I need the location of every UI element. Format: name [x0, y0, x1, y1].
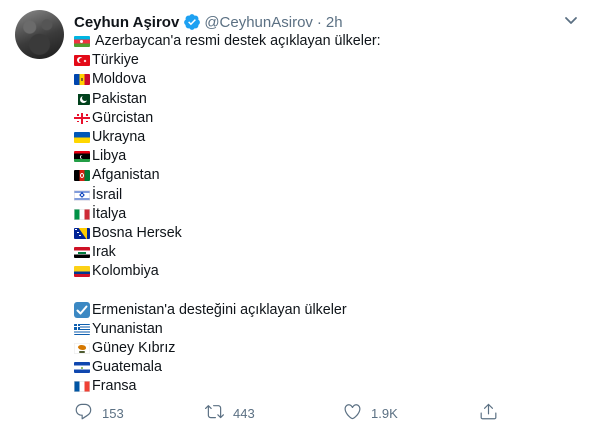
more-options-chevron-icon[interactable]: [561, 14, 581, 28]
pakistan-flag-icon: [74, 93, 90, 105]
armenia-intro-text: Ermenistan'a desteğini açıklayan ülkeler: [92, 301, 347, 318]
country-name: İtalya: [92, 205, 127, 222]
country-line: Gürcistan: [74, 109, 381, 128]
country-name: Bosna Hersek: [92, 224, 182, 241]
retweet-count: 443: [233, 405, 255, 421]
country-name: Pakistan: [92, 90, 147, 107]
azerbaijan-flag-icon: [74, 36, 90, 48]
guatemala-flag-icon: [74, 362, 90, 374]
country-name: Fransa: [92, 378, 137, 395]
avatar[interactable]: [15, 10, 64, 59]
separator-dot: ·: [316, 13, 322, 31]
ukraine-flag-icon: [74, 132, 90, 144]
country-line: Irak: [74, 243, 381, 262]
country-name: Moldova: [92, 71, 147, 88]
author-name[interactable]: Ceyhun Aşirov: [74, 14, 179, 31]
author-handle[interactable]: @CeyhunAsirov: [204, 14, 313, 31]
retweet-button[interactable]: 443: [205, 402, 255, 424]
country-line: İtalya: [74, 205, 381, 224]
country-line: Moldova: [74, 70, 381, 89]
country-line: Türkiye: [74, 51, 381, 70]
checkmark-box-icon: [74, 302, 90, 319]
country-name: İsrail: [92, 186, 123, 203]
country-name: Guatemala: [92, 359, 162, 376]
turkey-flag-icon: [74, 55, 90, 67]
country-line: Kolombiya: [74, 262, 381, 281]
heart-icon: [343, 402, 362, 424]
colombia-flag-icon: [74, 266, 90, 278]
georgia-flag-icon: [74, 112, 90, 124]
country-name: Libya: [92, 148, 127, 165]
country-name: Ukrayna: [92, 128, 146, 145]
country-name: Afganistan: [92, 167, 160, 184]
israel-flag-icon: [74, 189, 90, 201]
country-line: Pakistan: [74, 90, 381, 109]
greece-flag-icon: [74, 323, 90, 335]
france-flag-icon: [74, 381, 90, 393]
country-name: Güney Kıbrız: [92, 340, 176, 356]
country-line: Afganistan: [74, 166, 381, 185]
intro-text: Azerbaycan'a resmi destek açıklayan ülke…: [95, 33, 381, 49]
reply-icon: [74, 402, 93, 424]
cyprus-flag-icon: [74, 343, 90, 355]
tweet-actions: 153 443 1.9K: [74, 402, 514, 422]
tweet-text: Azerbaycan'a resmi destek açıklayan ülke…: [74, 32, 381, 397]
country-name: Yunanistan: [92, 320, 163, 337]
country-line: Yunanistan: [74, 320, 381, 339]
like-button[interactable]: 1.9K: [343, 402, 398, 424]
armenia-intro-line: Ermenistan'a desteğini açıklayan ülkeler: [74, 301, 381, 320]
retweet-icon: [205, 402, 224, 424]
country-line: Bosna Hersek: [74, 224, 381, 243]
reply-count: 153: [102, 405, 124, 421]
country-name: Gürcistan: [92, 109, 154, 126]
country-line: İsrail: [74, 186, 381, 205]
country-line: Libya: [74, 147, 381, 166]
country-line: Ukrayna: [74, 128, 381, 147]
italy-flag-icon: [74, 208, 90, 220]
country-line: Fransa: [74, 377, 381, 396]
tweet-intro-line: Azerbaycan'a resmi destek açıklayan ülke…: [74, 32, 381, 51]
reply-button[interactable]: 153: [74, 402, 124, 424]
country-line: Güney Kıbrız: [74, 339, 381, 358]
country-name: Türkiye: [92, 52, 139, 69]
tweet-header: Ceyhun Aşirov @CeyhunAsirov · 2h: [74, 12, 343, 32]
country-line: Guatemala: [74, 358, 381, 377]
moldova-flag-icon: [74, 74, 90, 86]
verified-badge-icon: [183, 13, 201, 31]
libya-flag-icon: [74, 151, 90, 163]
tweet-timestamp[interactable]: 2h: [326, 14, 343, 31]
bosnia-flag-icon: [74, 227, 90, 239]
afghanistan-flag-icon: [74, 170, 90, 182]
share-button[interactable]: [479, 402, 498, 424]
country-name: Kolombiya: [92, 263, 159, 280]
like-count: 1.9K: [371, 405, 398, 421]
iraq-flag-icon: [74, 247, 90, 259]
share-icon: [479, 402, 498, 424]
country-name: Irak: [92, 244, 116, 261]
